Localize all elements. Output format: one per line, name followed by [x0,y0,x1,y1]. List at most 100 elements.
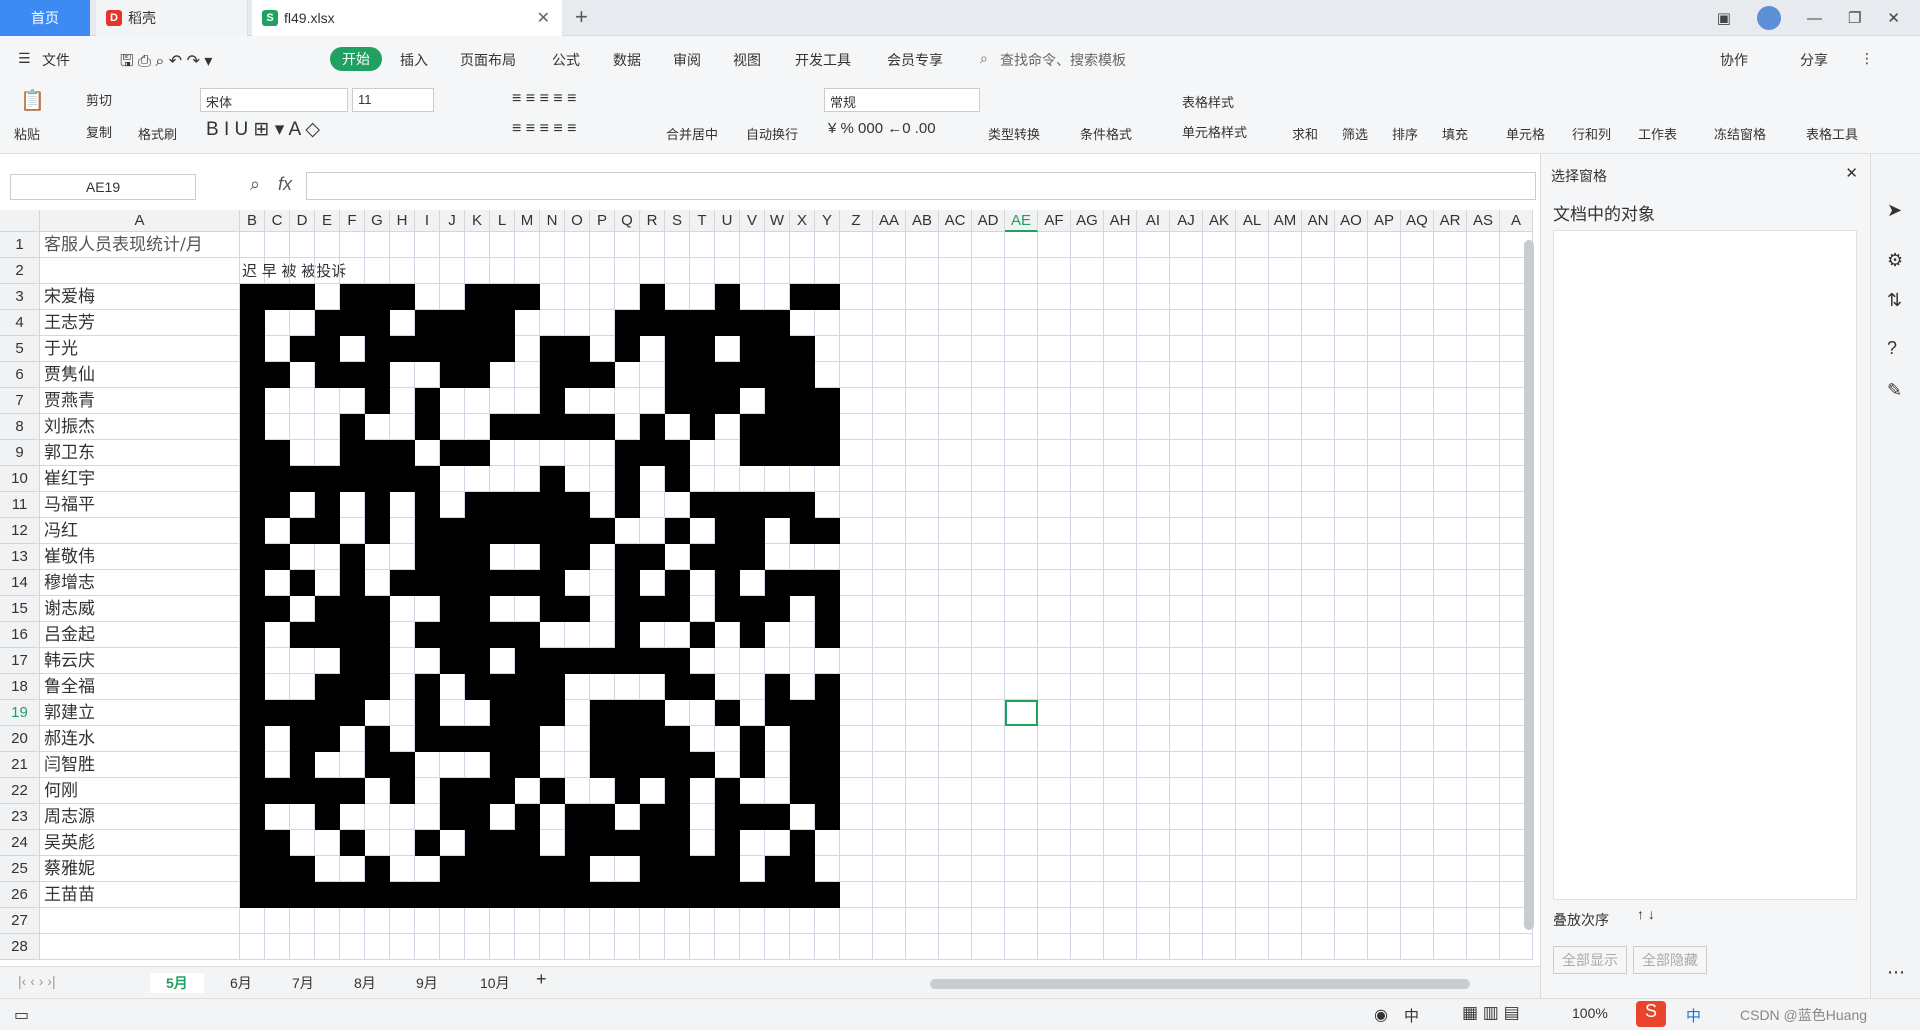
grid-cell[interactable] [1038,466,1071,492]
row-header[interactable]: 11 [0,492,40,518]
grid-cell[interactable] [939,804,972,830]
grid-cell[interactable] [1467,466,1500,492]
grid-cell[interactable] [1335,674,1368,700]
column-header[interactable]: AB [906,210,939,232]
grid-cell[interactable] [1302,648,1335,674]
grid-cell[interactable] [1269,674,1302,700]
close-window-icon[interactable]: ✕ [1887,9,1900,27]
grid-cell[interactable] [515,440,540,466]
grid-cell[interactable] [906,752,939,778]
grid-cell[interactable] [972,934,1005,960]
grid-cell[interactable] [290,544,315,570]
grid-cell[interactable] [1401,674,1434,700]
sheet-tab-oct[interactable]: 10月 [480,973,510,993]
grid-cell[interactable] [265,622,290,648]
grid-cell[interactable] [1104,544,1137,570]
grid-cell[interactable] [1269,388,1302,414]
grid-cell[interactable] [715,232,740,258]
grid-cell[interactable] [440,700,465,726]
grid-cell[interactable] [906,518,939,544]
more-icon[interactable]: ⋮ [1860,50,1874,67]
grid-cell[interactable] [840,726,873,752]
column-header[interactable]: AJ [1170,210,1203,232]
grid-cell[interactable] [540,804,565,830]
grid-cell[interactable] [939,778,972,804]
grid-cell[interactable] [815,908,840,934]
grid-cell[interactable] [1302,310,1335,336]
grid-cell[interactable] [615,856,640,882]
grid-cell[interactable] [740,570,765,596]
column-header[interactable]: X [790,210,815,232]
grid-cell[interactable] [565,674,590,700]
grid-cell[interactable] [1137,622,1170,648]
grid-cell[interactable] [1467,934,1500,960]
grid-cell[interactable] [840,674,873,700]
grid-cell[interactable] [390,388,415,414]
grid-cell[interactable] [715,622,740,648]
grid-cell[interactable] [939,648,972,674]
grid-cell[interactable] [1170,362,1203,388]
grid-cell[interactable] [665,934,690,960]
row-header[interactable]: 19 [0,700,40,726]
grid-cell[interactable] [1236,466,1269,492]
grid-cell[interactable] [1236,804,1269,830]
grid-cell[interactable] [1368,440,1401,466]
grid-cell[interactable] [1038,518,1071,544]
grid-cell[interactable] [840,232,873,258]
grid-cell[interactable] [715,674,740,700]
grid-cell[interactable] [1236,674,1269,700]
grid-cell[interactable] [690,648,715,674]
grid-cell[interactable] [690,804,715,830]
grid-cell[interactable] [1236,622,1269,648]
grid-cell[interactable]: 宋爱梅 [40,284,240,310]
grid-cell[interactable] [265,518,290,544]
grid-cell[interactable] [815,934,840,960]
grid-cell[interactable] [815,492,840,518]
grid-cell[interactable] [790,258,815,284]
grid-cell[interactable] [1137,934,1170,960]
grid-cell[interactable] [1170,700,1203,726]
grid-cell[interactable] [1335,778,1368,804]
grid-cell[interactable] [1104,882,1137,908]
grid-cell[interactable] [265,414,290,440]
grid-cell[interactable] [1335,570,1368,596]
grid-cell[interactable] [1203,466,1236,492]
grid-cell[interactable] [740,908,765,934]
grid-cell[interactable] [972,414,1005,440]
grid-cell[interactable] [1368,778,1401,804]
grid-cell[interactable] [840,466,873,492]
column-header[interactable]: A [40,210,240,232]
grid-cell[interactable] [1434,648,1467,674]
grid-cell[interactable] [515,544,540,570]
grid-cell[interactable] [1104,856,1137,882]
grid-cell[interactable] [690,518,715,544]
grid-cell[interactable] [840,804,873,830]
grid-cell[interactable] [340,856,365,882]
grid-cell[interactable] [540,726,565,752]
column-header[interactable]: AS [1467,210,1500,232]
grid-cell[interactable] [1137,518,1170,544]
grid-cell[interactable] [1203,908,1236,934]
grid-cell[interactable] [1467,726,1500,752]
grid-cell[interactable] [1434,856,1467,882]
grid-cell[interactable] [1236,232,1269,258]
grid-cell[interactable] [840,856,873,882]
grid-cell[interactable] [1401,362,1434,388]
quick-access-icons[interactable]: 🖫 ⎙ ⌕ ↶ ↷ ▾ [120,50,212,77]
column-header[interactable]: AH [1104,210,1137,232]
grid-cell[interactable] [1434,492,1467,518]
grid-cell[interactable] [1071,336,1104,362]
grid-cell[interactable] [840,336,873,362]
grid-cell[interactable] [873,934,906,960]
row-header[interactable]: 5 [0,336,40,362]
grid-cell[interactable] [1203,804,1236,830]
minimize-icon[interactable]: — [1807,10,1822,27]
grid-cell[interactable] [1203,648,1236,674]
grid-cell[interactable] [665,908,690,934]
grid-cell[interactable]: 崔红宇 [40,466,240,492]
grid-cell[interactable] [972,440,1005,466]
grid-cell[interactable] [1467,752,1500,778]
grid-cell[interactable] [1038,674,1071,700]
menu-page-layout[interactable]: 页面布局 [460,50,516,70]
grid-cell[interactable] [1005,284,1038,310]
